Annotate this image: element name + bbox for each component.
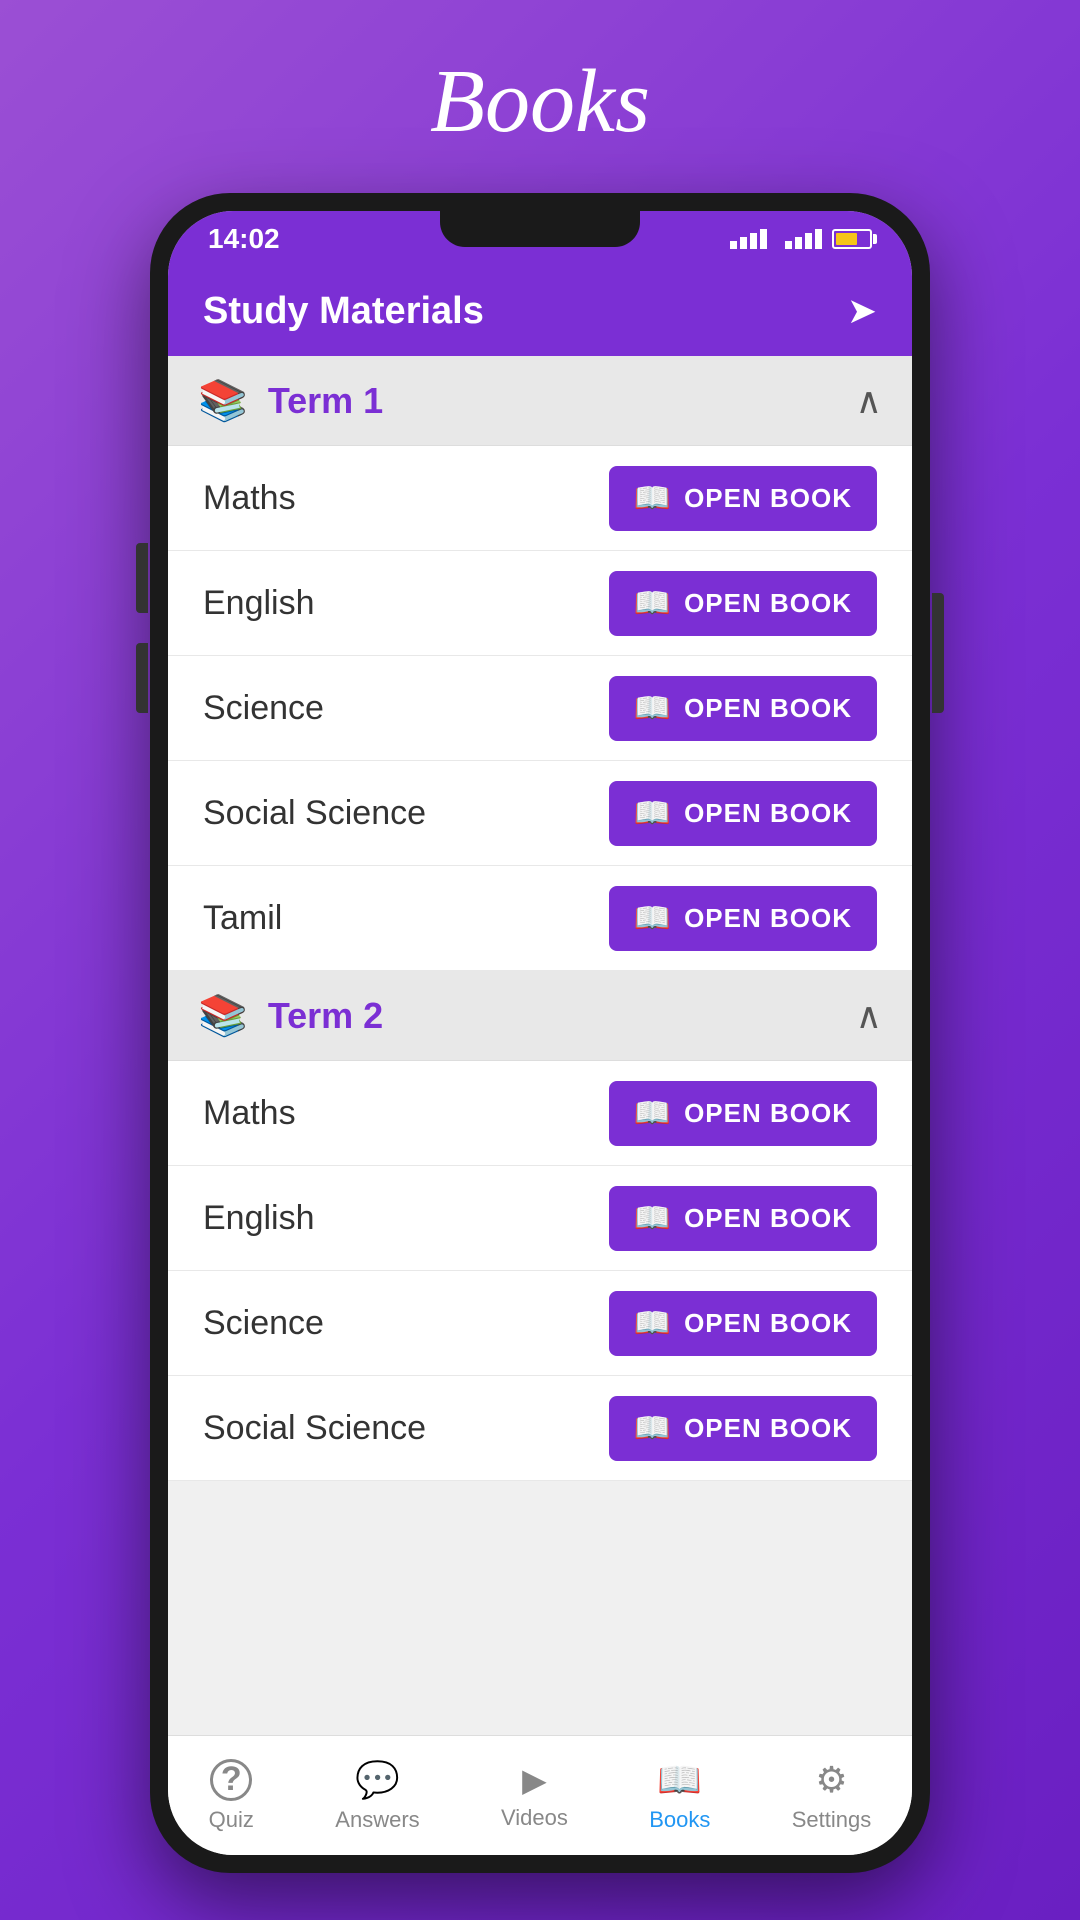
term1-science-open-button[interactable]: 📖 OPEN BOOK: [609, 676, 877, 741]
open-book-icon: 📖: [634, 1096, 672, 1131]
term2-maths-btn-label: OPEN BOOK: [684, 1098, 852, 1129]
term2-chevron-icon: ∧: [856, 995, 882, 1037]
term1-tamil-label: Tamil: [203, 899, 282, 938]
term1-science-label: Science: [203, 689, 324, 728]
content-area: 📚 Term 1 ∧ Maths 📖 OPEN BOOK English 📖 O…: [168, 356, 912, 1735]
term2-social-science-row: Social Science 📖 OPEN BOOK: [168, 1376, 912, 1481]
term1-header[interactable]: 📚 Term 1 ∧: [168, 356, 912, 446]
phone-notch: [440, 211, 640, 247]
term2-science-btn-label: OPEN BOOK: [684, 1308, 852, 1339]
nav-quiz[interactable]: ? Quiz: [209, 1759, 254, 1833]
settings-icon: ⚙: [815, 1759, 847, 1801]
page-title: Books: [430, 50, 650, 153]
term2-english-row: English 📖 OPEN BOOK: [168, 1166, 912, 1271]
term1-english-open-button[interactable]: 📖 OPEN BOOK: [609, 571, 877, 636]
term1-tamil-row: Tamil 📖 OPEN BOOK: [168, 866, 912, 971]
term2-header-left: 📚 Term 2: [198, 992, 383, 1039]
phone-screen: 14:02 Study: [168, 211, 912, 1855]
quiz-icon: ?: [210, 1759, 252, 1801]
term2-maths-row: Maths 📖 OPEN BOOK: [168, 1061, 912, 1166]
term2-social-science-open-button[interactable]: 📖 OPEN BOOK: [609, 1396, 877, 1461]
term1-social-science-btn-label: OPEN BOOK: [684, 798, 852, 829]
status-icons: [730, 229, 872, 249]
app-header: Study Materials ➤: [168, 266, 912, 356]
term1-social-science-label: Social Science: [203, 794, 426, 833]
nav-answers[interactable]: 💬 Answers: [335, 1759, 419, 1833]
open-book-icon: 📖: [634, 1411, 672, 1446]
open-book-icon: 📖: [634, 691, 672, 726]
term2-maths-open-button[interactable]: 📖 OPEN BOOK: [609, 1081, 877, 1146]
term1-english-label: English: [203, 584, 315, 623]
nav-settings[interactable]: ⚙ Settings: [792, 1759, 872, 1833]
books-icon: 📖: [657, 1759, 702, 1801]
open-book-icon: 📖: [634, 796, 672, 831]
status-time: 14:02: [208, 223, 280, 255]
term2-english-open-button[interactable]: 📖 OPEN BOOK: [609, 1186, 877, 1251]
term2-social-science-label: Social Science: [203, 1409, 426, 1448]
nav-videos-label: Videos: [501, 1805, 568, 1831]
volume-down-button: [136, 643, 148, 713]
term2-science-open-button[interactable]: 📖 OPEN BOOK: [609, 1291, 877, 1356]
term2-maths-label: Maths: [203, 1094, 296, 1133]
share-icon[interactable]: ➤: [847, 290, 877, 332]
term1-chevron-icon: ∧: [856, 380, 882, 422]
term2-english-label: English: [203, 1199, 315, 1238]
open-book-icon: 📖: [634, 1201, 672, 1236]
open-book-icon: 📖: [634, 481, 672, 516]
term1-maths-label: Maths: [203, 479, 296, 518]
term1-social-science-open-button[interactable]: 📖 OPEN BOOK: [609, 781, 877, 846]
term2-science-row: Science 📖 OPEN BOOK: [168, 1271, 912, 1376]
open-book-icon: 📖: [634, 1306, 672, 1341]
term1-social-science-row: Social Science 📖 OPEN BOOK: [168, 761, 912, 866]
term2-book-icon: 📚: [198, 992, 248, 1039]
bottom-nav: ? Quiz 💬 Answers ▶ Videos 📖 Books ⚙ Sett…: [168, 1735, 912, 1855]
videos-icon: ▶: [522, 1761, 547, 1799]
nav-books[interactable]: 📖 Books: [649, 1759, 710, 1833]
answers-icon: 💬: [355, 1759, 400, 1801]
term1-science-btn-label: OPEN BOOK: [684, 693, 852, 724]
term2-title: Term 2: [268, 995, 383, 1037]
power-button: [932, 593, 944, 713]
battery-icon: [832, 229, 872, 249]
nav-settings-label: Settings: [792, 1807, 872, 1833]
term1-maths-btn-label: OPEN BOOK: [684, 483, 852, 514]
term2-header[interactable]: 📚 Term 2 ∧: [168, 971, 912, 1061]
term1-header-left: 📚 Term 1: [198, 377, 383, 424]
term2-english-btn-label: OPEN BOOK: [684, 1203, 852, 1234]
phone-frame: 14:02 Study: [150, 193, 930, 1873]
nav-answers-label: Answers: [335, 1807, 419, 1833]
nav-quiz-label: Quiz: [209, 1807, 254, 1833]
term1-maths-row: Maths 📖 OPEN BOOK: [168, 446, 912, 551]
term1-english-btn-label: OPEN BOOK: [684, 588, 852, 619]
term1-english-row: English 📖 OPEN BOOK: [168, 551, 912, 656]
nav-books-label: Books: [649, 1807, 710, 1833]
term1-title: Term 1: [268, 380, 383, 422]
open-book-icon: 📖: [634, 901, 672, 936]
term1-tamil-btn-label: OPEN BOOK: [684, 903, 852, 934]
nav-videos[interactable]: ▶ Videos: [501, 1761, 568, 1831]
signal-strength-icon-2: [785, 229, 822, 249]
term1-book-icon: 📚: [198, 377, 248, 424]
term1-tamil-open-button[interactable]: 📖 OPEN BOOK: [609, 886, 877, 951]
volume-up-button: [136, 543, 148, 613]
term1-science-row: Science 📖 OPEN BOOK: [168, 656, 912, 761]
app-title: Study Materials: [203, 290, 484, 333]
term2-social-science-btn-label: OPEN BOOK: [684, 1413, 852, 1444]
term1-maths-open-button[interactable]: 📖 OPEN BOOK: [609, 466, 877, 531]
open-book-icon: 📖: [634, 586, 672, 621]
signal-strength-icon: [730, 229, 767, 249]
term2-science-label: Science: [203, 1304, 324, 1343]
